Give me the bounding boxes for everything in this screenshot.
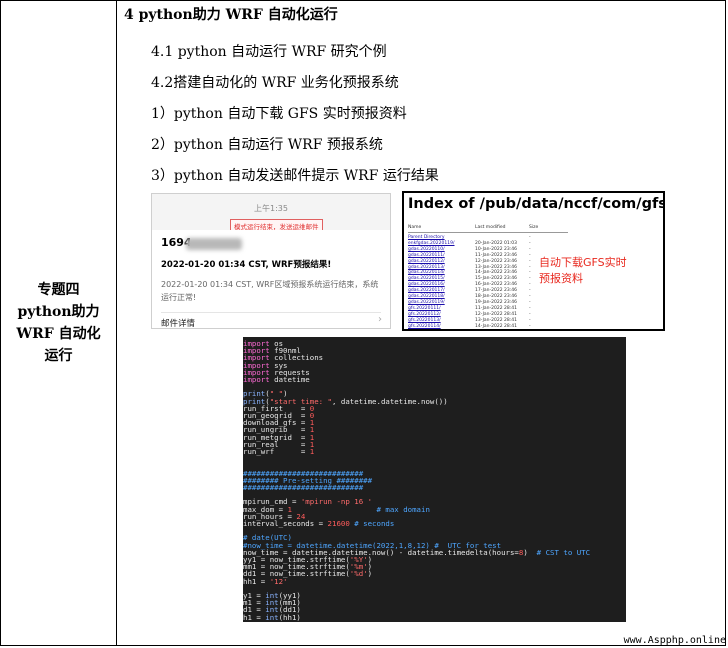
index-row-date: 13-Jan-2022 28:41 <box>475 317 518 323</box>
index-row-link[interactable]: gdas.20220111/ <box>408 253 445 258</box>
index-row-link[interactable]: gdas.20220113/ <box>408 265 445 270</box>
index-row-size: - <box>529 235 531 240</box>
index-row-link[interactable]: gdas.20220112/ <box>408 259 445 264</box>
code-token: 1 <box>309 447 315 456</box>
sub-item: 1）python 自动下载 GFS 实时预报资料 <box>151 106 407 122</box>
code-token: h1 = <box>243 612 266 622</box>
index-row-date: 10-Jan-2022 23:46 <box>475 246 518 252</box>
code-token: (hh1) <box>278 612 301 622</box>
index-row-link[interactable]: gdas.20220110/ <box>408 247 445 252</box>
index-row-date: 12-Jan-2022 23:46 <box>475 258 518 264</box>
code-token: hh1 = <box>243 576 270 586</box>
sub-item: 4.2搭建自动化的 WRF 业务化预报系统 <box>151 75 399 91</box>
index-row-link[interactable]: Parent Directory <box>408 235 445 240</box>
column-modified: Last modified <box>475 225 506 230</box>
gfs-index-screenshot: Index of /pub/data/nccf/com/gfs/prod Nam… <box>402 191 665 331</box>
index-row-size: - <box>529 299 531 305</box>
code-line: interval_seconds = 21600 # seconds <box>243 519 394 528</box>
code-line: hh1 = '12' <box>243 577 288 586</box>
code-token: '12' <box>269 576 288 586</box>
index-row-link[interactable]: gdas.20220119/ <box>408 300 445 305</box>
code-token: import <box>243 375 270 384</box>
redacted-sender <box>186 238 242 250</box>
index-row-size: - <box>529 276 531 282</box>
index-row-size: - <box>529 246 531 252</box>
sub-item: 3）python 自动发送邮件提示 WRF 运行结果 <box>151 168 439 184</box>
column-size: Size <box>529 225 539 230</box>
index-row-link[interactable]: gdas.20220115/ <box>408 276 445 281</box>
index-row-size: - <box>529 317 531 323</box>
code-line: h1 = int(hh1) <box>243 613 301 622</box>
index-row-date: 17-Jan-2022 23:46 <box>475 288 518 294</box>
index-row-link[interactable]: gdas.20220118/ <box>408 294 445 299</box>
topic-cell: 专题四 python助力 WRF 自动化运行 <box>1 1 117 645</box>
code-token: , datetime.datetime.now()) <box>332 396 448 406</box>
index-row-link[interactable]: gfs.20220112/ <box>408 312 441 317</box>
index-row-date: 15-Jan-2022 23:46 <box>475 276 518 282</box>
code-token: 21600 <box>327 519 350 528</box>
index-row-size: - <box>529 323 531 329</box>
code-token: int <box>265 612 279 622</box>
index-row-size: - <box>529 264 531 270</box>
code-token: run_wrf = <box>243 447 310 456</box>
index-row-size: - <box>529 305 531 311</box>
code-screenshot: import os import f90nml import collections… <box>243 337 626 622</box>
index-row-link[interactable]: gdas.20220117/ <box>408 288 445 293</box>
email-subject: 2022-01-20 01:34 CST, WRF预报结果! <box>161 260 332 270</box>
index-row-size: - <box>529 294 531 299</box>
content-table: 专题四 python助力 WRF 自动化运行 4 python助力 WRF 自动… <box>0 0 726 646</box>
index-row-date: 12-Jan-2022 28:41 <box>475 311 518 317</box>
index-row-size: - <box>529 252 531 258</box>
index-row-date: 16-Jan-2022 23:46 <box>475 282 518 288</box>
email-notification-screenshot: 上午1:35 模式运行结束，发送运维邮件 1694 2022-01-20 01:… <box>151 193 391 329</box>
code-token: # CST to UTC <box>527 547 591 557</box>
code-token: # max domain <box>291 504 430 514</box>
index-row-link[interactable]: gfs.20220113/ <box>408 318 441 323</box>
sub-item: 2）python 自动运行 WRF 预报系统 <box>151 137 383 153</box>
index-row-size: - <box>529 288 531 294</box>
content-cell: 4 python助力 WRF 自动化运行 4.1 python 自动运行 WRF… <box>118 1 725 645</box>
watermark: www.Aspphp.online <box>623 635 726 646</box>
email-time: 上午1:35 <box>254 204 288 213</box>
index-row-date: 11-Jan-2022 23:46 <box>475 252 518 258</box>
code-line: import datetime <box>243 375 310 384</box>
index-row-date: 11-Jan-2022 28:41 <box>475 305 518 311</box>
code-token: '%d' <box>349 569 368 579</box>
index-row-size: - <box>529 311 531 317</box>
index-row-link[interactable]: enkfgdas.20220119/ <box>408 241 454 246</box>
index-row-size: - <box>529 282 531 288</box>
index-row-link[interactable]: gfs.20220114/ <box>408 324 441 329</box>
code-token: interval_seconds = <box>243 519 328 528</box>
index-row-size: - <box>529 240 531 246</box>
column-name: Name <box>408 225 422 230</box>
index-row-date: 18-Jan-2022 23:46 <box>475 294 518 299</box>
index-row-date: 19-Jan-2022 23:46 <box>475 299 518 305</box>
chevron-right-icon: › <box>378 314 382 325</box>
index-row-link[interactable]: gdas.20220116/ <box>408 282 445 287</box>
index-row-link[interactable]: gdas.20220114/ <box>408 270 445 275</box>
index-row-size: - <box>529 270 531 276</box>
email-detail-link: 邮件详情 <box>161 319 196 329</box>
index-row-date: 14-Jan-2022 23:46 <box>475 270 518 276</box>
code-line: ########################### <box>243 483 363 492</box>
code-token: ########################### <box>243 483 364 492</box>
code-token: ) <box>367 569 373 579</box>
code-line: run_wrf = 1 <box>243 447 314 456</box>
index-callout: 自动下载GFS实时预报资料 <box>539 256 627 285</box>
topic-label: 专题四 python助力 WRF 自动化运行 <box>16 282 101 364</box>
index-row-date: 20-Jan-2022 01:03 <box>475 240 518 246</box>
code-token: datetime <box>269 375 310 384</box>
index-row-date: 13-Jan-2022 23:46 <box>475 264 518 270</box>
email-body: 2022-01-20 01:34 CST, WRF区域预报系统运行结束，系统运行… <box>161 280 379 302</box>
index-row: gfs.20220114/14-Jan-2022 28:41 - <box>408 324 568 330</box>
section-heading: 4 python助力 WRF 自动化运行 <box>124 7 338 23</box>
sub-item: 4.1 python 自动运行 WRF 研究个例 <box>151 44 387 60</box>
index-row-link[interactable]: gfs.20220111/ <box>408 306 441 311</box>
index-row-date: 14-Jan-2022 28:41 <box>475 323 518 329</box>
code-token: # seconds <box>349 519 395 528</box>
index-row-size: - <box>529 258 531 264</box>
index-title: Index of /pub/data/nccf/com/gfs/prod <box>408 196 663 212</box>
